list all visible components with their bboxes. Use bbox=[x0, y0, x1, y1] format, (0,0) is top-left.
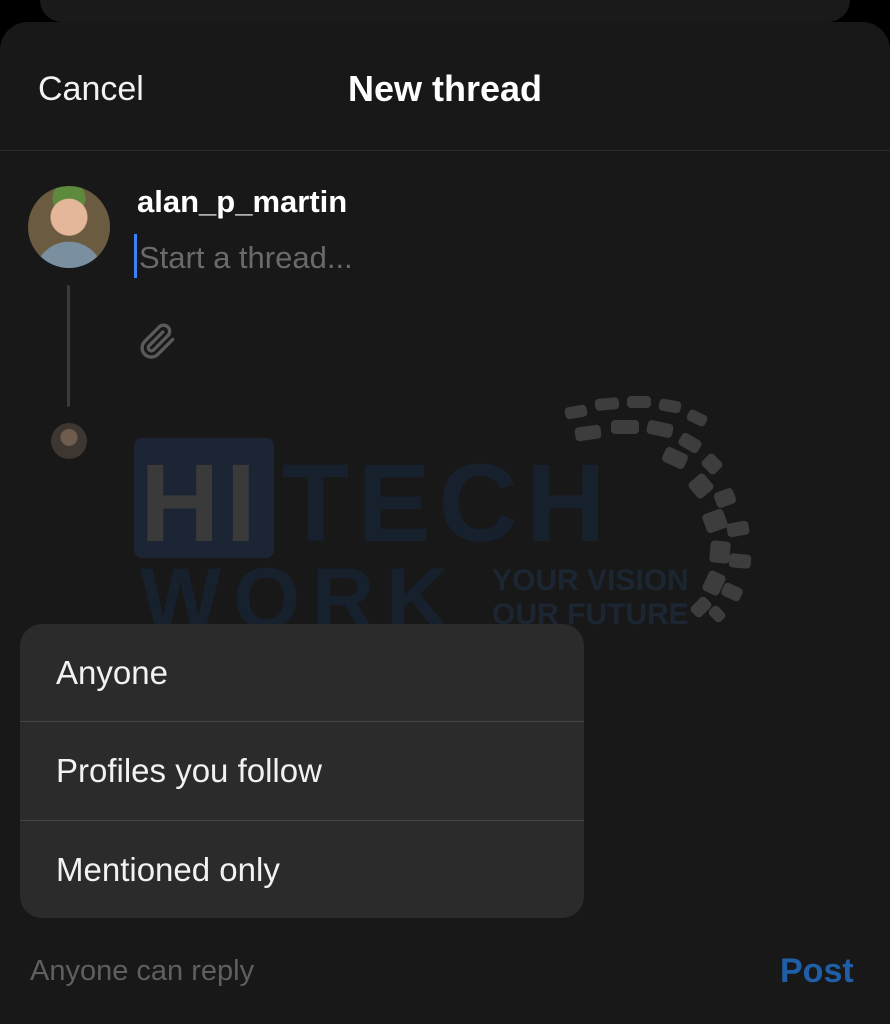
background-sheet-edge bbox=[40, 0, 850, 22]
username: alan_p_martin bbox=[137, 184, 348, 219]
sheet-header: Cancel New thread bbox=[0, 22, 890, 151]
text-cursor bbox=[134, 234, 137, 278]
post-button[interactable]: Post bbox=[780, 952, 854, 991]
reply-setting-button[interactable]: Anyone can reply bbox=[30, 955, 254, 988]
avatar bbox=[28, 186, 110, 268]
thread-connector-line bbox=[67, 285, 70, 407]
page-title: New thread bbox=[347, 68, 543, 109]
reply-audience-menu: Anyone Profiles you follow Mentioned onl… bbox=[20, 624, 584, 918]
thread-text-input[interactable] bbox=[139, 236, 739, 280]
add-thread-avatar[interactable] bbox=[51, 423, 87, 459]
menu-item-profiles-you-follow[interactable]: Profiles you follow bbox=[20, 722, 584, 820]
menu-item-anyone[interactable]: Anyone bbox=[20, 624, 584, 722]
watermark-globe-icon bbox=[564, 396, 752, 623]
menu-item-mentioned-only[interactable]: Mentioned only bbox=[20, 821, 584, 918]
paperclip-icon bbox=[140, 323, 175, 359]
attach-button[interactable] bbox=[134, 318, 180, 364]
